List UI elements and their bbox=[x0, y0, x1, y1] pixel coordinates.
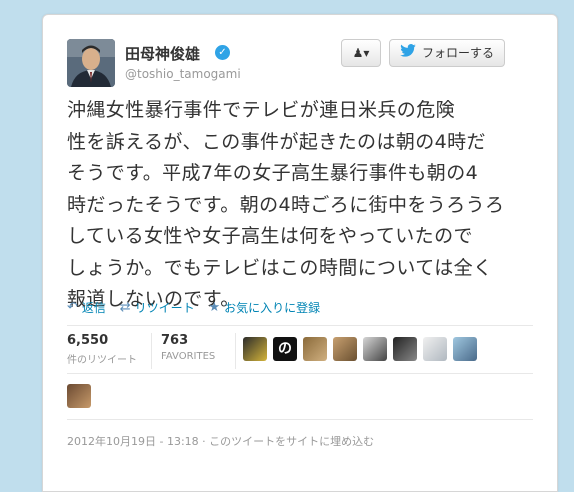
user-icon: ♟ bbox=[352, 46, 364, 60]
reply-action[interactable]: ↶ 返信 bbox=[67, 299, 106, 316]
retweeter-avatar[interactable] bbox=[303, 337, 327, 361]
tweet-timestamp[interactable]: 2012年10月19日 - 13:18 bbox=[67, 435, 199, 448]
follow-button[interactable]: フォローする bbox=[389, 39, 505, 67]
retweet-action[interactable]: ⇄ リツイート bbox=[120, 299, 195, 316]
follow-button-label: フォローする bbox=[422, 46, 495, 60]
tweet-actions: ↶ 返信 ⇄ リツイート ★ お気に入りに登録 bbox=[67, 299, 330, 316]
retweeter-avatar[interactable]: の bbox=[273, 337, 297, 361]
tweet-line: そうです。平成7年の女子高生暴行事件も朝の4 bbox=[67, 162, 479, 184]
favorite-count: 763 bbox=[161, 333, 189, 348]
reply-label: 返信 bbox=[81, 301, 106, 315]
chevron-down-icon: ▾ bbox=[363, 46, 370, 60]
retweet-count-label: 件のリツイート bbox=[67, 355, 137, 366]
retweeter-avatar[interactable] bbox=[453, 337, 477, 361]
verified-badge-icon: ✓ bbox=[215, 45, 230, 60]
twitter-bird-icon bbox=[400, 41, 418, 67]
star-icon: ★ bbox=[208, 300, 221, 315]
tweet-footer: 2012年10月19日 - 13:18 · このツイートをサイトに埋め込む bbox=[67, 433, 374, 449]
avatar[interactable] bbox=[67, 39, 115, 87]
user-dropdown-button[interactable]: ♟▾ bbox=[341, 39, 381, 67]
tweet-line: している女性や女子高生は何をやっていたので bbox=[67, 225, 473, 247]
favorite-label: お気に入りに登録 bbox=[224, 301, 321, 315]
retweeter-avatar[interactable] bbox=[423, 337, 447, 361]
tweet-card: 田母神俊雄 ✓ @toshio_tamogami ♟▾ フォローする 沖縄女性暴… bbox=[42, 14, 558, 492]
tweet-line: 沖縄女性暴行事件でテレビが連日米兵の危険 bbox=[67, 99, 456, 121]
retweeter-avatar[interactable] bbox=[393, 337, 417, 361]
stat-divider bbox=[235, 333, 236, 369]
tweet-line: しょうか。でもテレビはこの時間については全く bbox=[67, 256, 493, 279]
display-name[interactable]: 田母神俊雄 bbox=[125, 43, 200, 64]
divider bbox=[67, 325, 533, 326]
retweeter-avatar[interactable] bbox=[363, 337, 387, 361]
favorite-count-label: FAVORITES bbox=[161, 351, 216, 362]
stat-divider bbox=[151, 333, 152, 369]
screen-name[interactable]: @toshio_tamogami bbox=[125, 67, 241, 81]
avatar-portrait bbox=[67, 39, 115, 87]
footer-separator: · bbox=[202, 435, 206, 448]
retweeter-avatar[interactable] bbox=[243, 337, 267, 361]
retweet-label: リツイート bbox=[134, 301, 195, 315]
divider bbox=[67, 419, 533, 420]
reply-arrow-icon: ↶ bbox=[67, 300, 78, 315]
favorite-action[interactable]: ★ お気に入りに登録 bbox=[209, 299, 321, 316]
tweet-text: 沖縄女性暴行事件でテレビが連日米兵の危険 性を訴えるが、この事件が起きたのは朝の… bbox=[67, 95, 519, 316]
tweet-line: 時だったそうです。朝の4時ごろに街中をうろうろ bbox=[67, 193, 505, 216]
retweeter-avatar[interactable] bbox=[333, 337, 357, 361]
divider bbox=[67, 373, 533, 374]
retweet-icon: ⇄ bbox=[119, 300, 131, 315]
favorite-stat[interactable]: 763 FAVORITES bbox=[161, 333, 215, 362]
reply-user-avatar[interactable] bbox=[67, 384, 91, 408]
embed-tweet-link[interactable]: このツイートをサイトに埋め込む bbox=[209, 435, 374, 448]
retweet-stat[interactable]: 6,550 件のリツイート bbox=[67, 333, 137, 366]
tweet-line: 性を訴えるが、この事件が起きたのは朝の4時だ bbox=[67, 130, 486, 153]
retweet-count: 6,550 bbox=[67, 333, 109, 348]
